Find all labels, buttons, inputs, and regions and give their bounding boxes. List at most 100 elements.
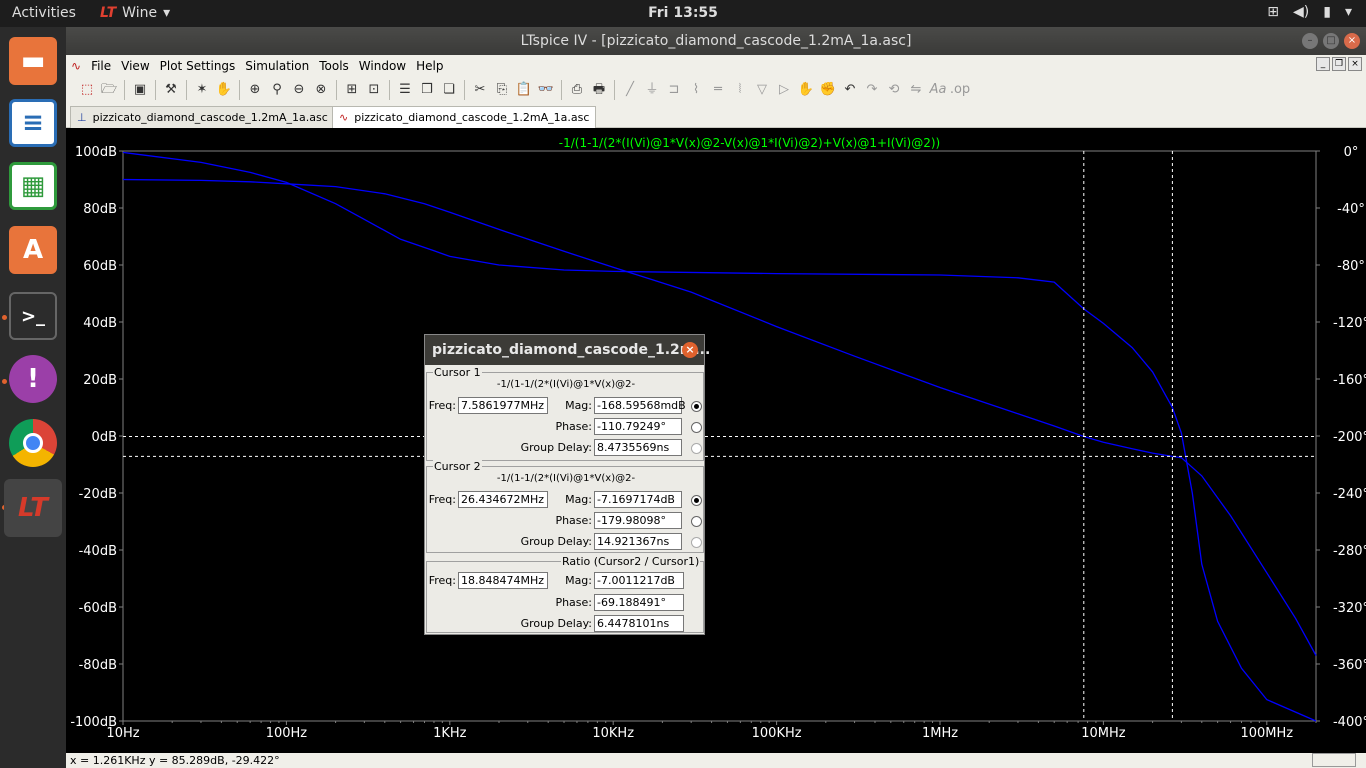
waveform-plot[interactable]: 100dB 80dB 60dB 40dB 20dB 0dB -20dB -40dB -60dB -… (66, 128, 1366, 753)
podcast-icon[interactable]: ! (9, 355, 57, 403)
diode-icon[interactable]: ▽ (751, 79, 773, 101)
cursor2-phase-radio[interactable] (691, 516, 702, 527)
move-icon[interactable]: ✋ (795, 79, 817, 101)
zoom-in-icon[interactable]: ⊕ (244, 79, 266, 101)
paste-icon[interactable]: 📋 (513, 79, 535, 101)
cut-icon[interactable]: ✂ (469, 79, 491, 101)
pan-icon[interactable]: ⚲ (266, 79, 288, 101)
cursor1-mag-field[interactable]: -168.59568mdB (594, 397, 686, 414)
component-icon[interactable]: ▷ (773, 79, 795, 101)
text-icon[interactable]: Aa (927, 79, 949, 101)
close-icon[interactable]: × (682, 342, 698, 358)
menu-tools[interactable]: Tools (314, 59, 354, 73)
ground-icon[interactable]: ⏚ (641, 79, 663, 101)
cursor2-phase-field[interactable]: -179.98098° (594, 512, 682, 529)
mag-label: Mag: (565, 574, 592, 587)
inductor-icon[interactable]: ⦚ (729, 79, 751, 101)
mdi-restore-icon[interactable]: ❐ (1332, 57, 1346, 71)
run-icon[interactable]: ✶ (191, 79, 213, 101)
window-titlebar[interactable]: LTspice IV - [pizzicato_diamond_cascode_… (66, 27, 1366, 55)
ratio-freq-field[interactable]: 18.848474MHz (458, 572, 548, 589)
running-indicator (2, 315, 7, 320)
label-icon[interactable]: ⊐ (663, 79, 685, 101)
capacitor-icon[interactable]: ═ (707, 79, 729, 101)
cursor1-group-delay-field[interactable]: 8.4735569ns (594, 439, 682, 456)
menu-view[interactable]: View (116, 59, 154, 73)
menu-file[interactable]: File (86, 59, 116, 73)
autorange-icon[interactable]: ⊞ (341, 79, 363, 101)
ratio-mag-field[interactable]: -7.0011217dB (594, 572, 684, 589)
resistor-icon[interactable]: ⌇ (685, 79, 707, 101)
cursor1-phase-field[interactable]: -110.79249° (594, 418, 682, 435)
cursor1-group: Cursor 1 -1/(1-1/(2*(I(Vi)@1*V(x)@2- Fre… (426, 366, 704, 461)
drag-icon[interactable]: ✊ (817, 79, 839, 101)
ltspice-icon[interactable]: LT (4, 479, 62, 537)
control-panel-icon[interactable]: ⚒ (160, 79, 182, 101)
wire-icon[interactable]: ╱ (619, 79, 641, 101)
cursor1-gd-radio[interactable] (691, 443, 702, 454)
cascade-icon[interactable]: ❏ (438, 79, 460, 101)
find-icon[interactable]: 👓 (535, 79, 557, 101)
system-tray[interactable]: ⊞ ◀) ▮ ▾ (1267, 4, 1352, 20)
menu-window[interactable]: Window (354, 59, 411, 73)
cursor2-gd-radio[interactable] (691, 537, 702, 548)
rotate-icon[interactable]: ⟲ (883, 79, 905, 101)
zoom-out-icon[interactable]: ⊖ (288, 79, 310, 101)
mdi-close-icon[interactable]: × (1348, 57, 1362, 71)
cursor-dialog[interactable]: pizzicato_diamond_cascode_1.2m... × Curs… (424, 334, 710, 635)
tab-plot[interactable]: ∿ pizzicato_diamond_cascode_1.2mA_1a.asc (332, 106, 597, 128)
menu-help[interactable]: Help (411, 59, 448, 73)
print-icon[interactable]: 🖶 (588, 79, 610, 101)
y2-tick-label: -240° (1333, 487, 1366, 502)
mirror-icon[interactable]: ⇋ (905, 79, 927, 101)
files-icon[interactable]: ▬ (9, 37, 57, 85)
tile-horizontal-icon[interactable]: ☰ (394, 79, 416, 101)
cursor2-mag-field[interactable]: -7.1697174dB (594, 491, 682, 508)
close-icon[interactable]: × (1344, 33, 1360, 49)
menu-plot-settings[interactable]: Plot Settings (155, 59, 241, 73)
plot-canvas[interactable]: 100dB 80dB 60dB 40dB 20dB 0dB -20dB -40dB -60dB -… (66, 128, 1366, 753)
y2-tick-label: -80° (1337, 259, 1365, 274)
writer-icon[interactable]: ≡ (9, 99, 57, 147)
y2-tick-label: 0° (1344, 145, 1359, 160)
app-menu[interactable]: LT Wine ▾ (100, 5, 170, 21)
cursor1-freq-field[interactable]: 7.5861977MHz (458, 397, 548, 414)
y2-tick-label: -40° (1337, 202, 1365, 217)
cursor2-freq-field[interactable]: 26.434672MHz (458, 491, 548, 508)
spice-directive-icon[interactable]: .op (949, 79, 971, 101)
print-setup-icon[interactable]: ⎙ (566, 79, 588, 101)
redo-icon[interactable]: ↷ (861, 79, 883, 101)
save-icon[interactable]: ▣ (129, 79, 151, 101)
fit-icon[interactable]: ⊡ (363, 79, 385, 101)
dock: ▬ ≡ ▦ A >_ ! LT (0, 27, 66, 768)
menu-simulation[interactable]: Simulation (240, 59, 314, 73)
cursor2-group-delay-field[interactable]: 14.921367ns (594, 533, 682, 550)
terminal-icon[interactable]: >_ (9, 292, 57, 340)
dialog-titlebar[interactable]: pizzicato_diamond_cascode_1.2m... × (425, 335, 710, 365)
freq-label: Freq: (428, 399, 456, 412)
status-text: x = 1.261KHz y = 85.289dB, -29.422° (70, 754, 280, 767)
new-schematic-icon[interactable]: ⬚ (76, 79, 98, 101)
chrome-icon[interactable] (9, 419, 57, 467)
minimize-icon[interactable]: – (1302, 33, 1318, 49)
ratio-group-delay-field[interactable]: 6.4478101ns (594, 615, 684, 632)
tab-schematic[interactable]: ⊥ pizzicato_diamond_cascode_1.2mA_1a.asc (70, 106, 335, 128)
ratio-phase-field[interactable]: -69.188491° (594, 594, 684, 611)
cursor2-mag-radio[interactable] (691, 495, 702, 506)
plot-menu-icon[interactable]: ∿ (66, 59, 86, 73)
undo-icon[interactable]: ↶ (839, 79, 861, 101)
cursor1-phase-radio[interactable] (691, 422, 702, 433)
zoom-fit-icon[interactable]: ⊗ (310, 79, 332, 101)
open-icon[interactable]: 🗁 (98, 79, 120, 101)
software-icon[interactable]: A (9, 226, 57, 274)
mdi-minimize-icon[interactable]: _ (1316, 57, 1330, 71)
clock[interactable]: Fri 13:55 (0, 5, 1366, 21)
copy-icon[interactable]: ⎘ (491, 79, 513, 101)
maximize-icon[interactable]: □ (1323, 33, 1339, 49)
cursor-expression: -1/(1-1/(2*(I(Vi)@1*V(x)@2- (496, 473, 636, 484)
cursor1-mag-radio[interactable] (691, 401, 702, 412)
tile-vertical-icon[interactable]: ❒ (416, 79, 438, 101)
activities-button[interactable]: Activities (12, 5, 76, 21)
calc-icon[interactable]: ▦ (9, 162, 57, 210)
halt-icon[interactable]: ✋ (213, 79, 235, 101)
